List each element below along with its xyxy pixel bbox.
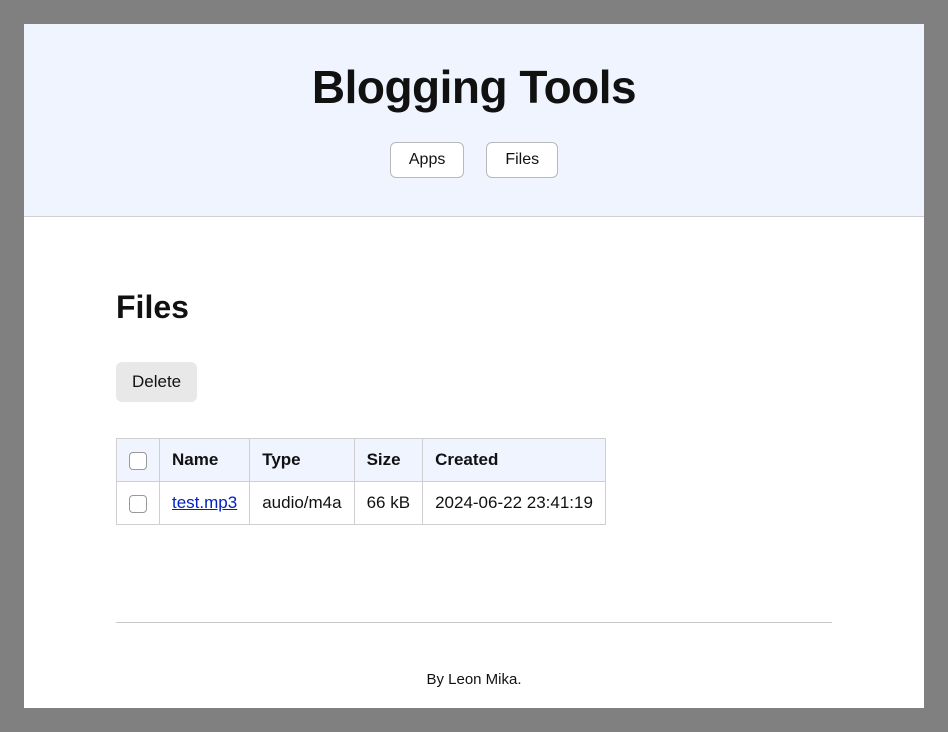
main-content: Files Delete Name Type Size Created [24, 217, 924, 574]
nav-apps-button[interactable]: Apps [390, 142, 464, 178]
row-select-cell [117, 482, 160, 525]
select-all-header [117, 439, 160, 482]
page-container: Blogging Tools Apps Files Files Delete N… [24, 24, 924, 708]
select-all-checkbox[interactable] [129, 452, 147, 470]
header: Blogging Tools Apps Files [24, 24, 924, 217]
column-header-name: Name [160, 439, 250, 482]
table-header-row: Name Type Size Created [117, 439, 606, 482]
row-created-cell: 2024-06-22 23:41:19 [423, 482, 606, 525]
nav-files-button[interactable]: Files [486, 142, 558, 178]
column-header-created: Created [423, 439, 606, 482]
file-link[interactable]: test.mp3 [172, 493, 237, 512]
row-type-cell: audio/m4a [250, 482, 354, 525]
column-header-size: Size [354, 439, 422, 482]
nav-buttons: Apps Files [44, 142, 904, 178]
row-checkbox[interactable] [129, 495, 147, 513]
footer: By Leon Mika. [24, 623, 924, 708]
section-heading: Files [116, 289, 832, 326]
column-header-type: Type [250, 439, 354, 482]
row-size-cell: 66 kB [354, 482, 422, 525]
table-row: test.mp3 audio/m4a 66 kB 2024-06-22 23:4… [117, 482, 606, 525]
footer-text: By Leon Mika. [426, 671, 521, 688]
row-name-cell: test.mp3 [160, 482, 250, 525]
files-table: Name Type Size Created test.mp3 audio/m4… [116, 438, 606, 525]
page-title: Blogging Tools [44, 60, 904, 114]
delete-button[interactable]: Delete [116, 362, 197, 402]
